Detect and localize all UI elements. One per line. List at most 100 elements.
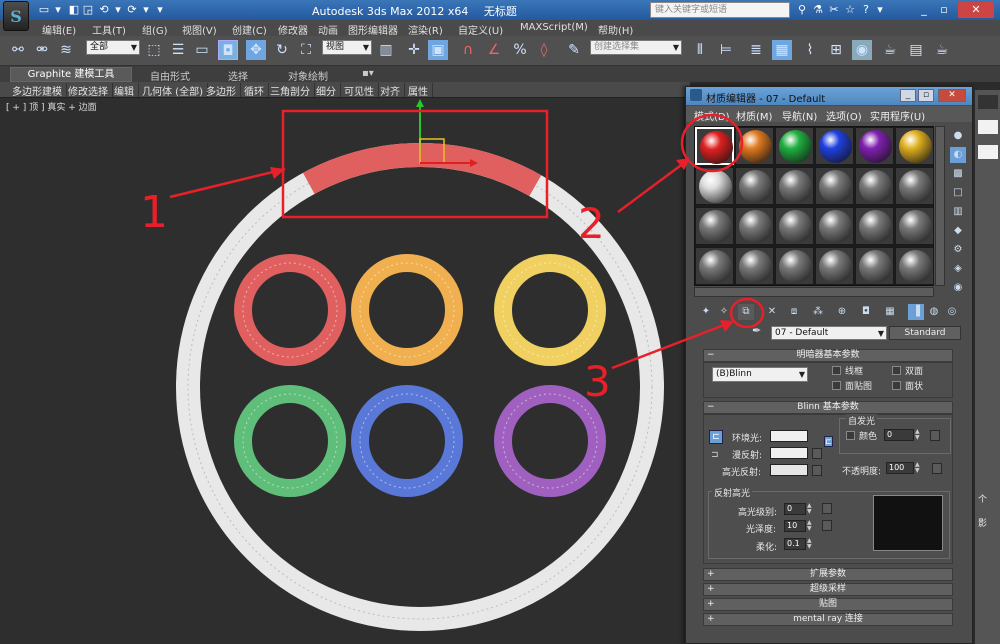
opacity-map-button[interactable]	[932, 463, 942, 474]
viewport-scene[interactable]: 1	[0, 97, 685, 644]
sample-slot[interactable]	[815, 167, 854, 205]
glossiness-map-button[interactable]	[822, 520, 832, 531]
self-illum-map-button[interactable]	[930, 430, 940, 441]
rollout-supersampling[interactable]: + 超级采样	[703, 583, 953, 596]
subtab-loops[interactable]: 循环	[244, 83, 269, 98]
background-icon[interactable]: ▩	[950, 166, 966, 182]
menu-modifiers[interactable]: 修改器	[278, 22, 308, 37]
menu-customize[interactable]: 自定义(U)	[458, 22, 503, 37]
subtab-edit[interactable]: 编辑	[114, 83, 139, 98]
link-icon[interactable]: ⚯	[8, 40, 28, 60]
quick-access-dropdown-icon[interactable]: ▾	[50, 2, 66, 18]
sample-type-icon[interactable]: ●	[950, 128, 966, 144]
mat-menu-navigation[interactable]: 导航(N)	[782, 108, 817, 123]
backlight-icon[interactable]: ◐	[950, 147, 966, 163]
rollout-mental-ray[interactable]: + mental ray 连接	[703, 613, 953, 626]
mirror-icon[interactable]: ⫴	[690, 40, 710, 60]
material-type-button[interactable]: Standard	[889, 326, 961, 340]
command-panel-dropdown[interactable]	[978, 145, 998, 159]
sample-slot[interactable]	[735, 127, 774, 165]
curve-editor-icon[interactable]: ⌇	[800, 40, 820, 60]
lock-diffuse-specular-icon[interactable]: ⊐	[711, 450, 721, 464]
window-crossing-icon[interactable]: ◘	[218, 40, 238, 60]
put-to-library-icon[interactable]: ⊕	[834, 304, 850, 320]
wire-checkbox[interactable]	[832, 366, 841, 375]
menu-maxscript[interactable]: MAXScript(M)	[520, 22, 588, 33]
minimize-icon[interactable]: _	[916, 2, 932, 18]
named-selection-dropdown[interactable]: 创建选择集 ▼	[590, 40, 682, 55]
select-by-name-icon[interactable]: ☰	[168, 40, 188, 60]
sample-slot[interactable]	[695, 127, 734, 165]
sample-slot[interactable]	[855, 127, 894, 165]
help-dropdown-icon[interactable]: ▾	[872, 2, 888, 18]
close-icon[interactable]: ✕	[958, 2, 994, 18]
rect-region-icon[interactable]: ▭	[192, 40, 212, 60]
menu-graph-editors[interactable]: 图形编辑器	[348, 22, 398, 37]
rollout-shader-header[interactable]: − 明暗器基本参数	[703, 349, 953, 362]
ambient-color-swatch[interactable]	[770, 430, 808, 442]
mat-close-icon[interactable]: ✕	[938, 89, 966, 102]
favorites-icon[interactable]: ☆	[842, 2, 858, 18]
sample-slot[interactable]	[735, 167, 774, 205]
sample-slot[interactable]	[815, 207, 854, 245]
menu-help[interactable]: 帮助(H)	[598, 22, 633, 37]
spinner-snap-icon[interactable]: ◊	[534, 40, 554, 60]
subtab-visibility[interactable]: 可见性	[344, 83, 379, 98]
gizmo-y-arrow-icon[interactable]	[416, 99, 424, 107]
subtab-subdivision[interactable]: 细分	[316, 83, 341, 98]
tab-graphite-modeling[interactable]: Graphite 建模工具	[10, 67, 132, 82]
render-setup-icon[interactable]: ☕	[880, 40, 900, 60]
rollout-extended-params[interactable]: + 扩展参数	[703, 568, 953, 581]
get-material-icon[interactable]: ✦	[698, 304, 714, 320]
mat-menu-utilities[interactable]: 实用程序(U)	[870, 108, 925, 123]
sample-slot[interactable]	[855, 247, 894, 285]
self-illum-spinner[interactable]: 0	[884, 429, 914, 441]
sample-slot[interactable]	[695, 207, 734, 245]
mat-menu-options[interactable]: 选项(O)	[826, 108, 862, 123]
sample-slot[interactable]	[815, 127, 854, 165]
menu-group[interactable]: 组(G)	[142, 22, 168, 37]
sample-slot[interactable]	[735, 207, 774, 245]
subtab-modify-selection[interactable]: 修改选择	[68, 83, 113, 98]
sample-slot[interactable]	[855, 167, 894, 205]
sample-slot[interactable]	[735, 247, 774, 285]
spec-level-map-button[interactable]	[822, 503, 832, 514]
spec-level-arrows-icon[interactable]: ▲ ▼	[807, 503, 813, 515]
specular-color-swatch[interactable]	[770, 464, 808, 476]
sample-slot[interactable]	[775, 207, 814, 245]
material-editor-icon[interactable]: ◉	[852, 40, 872, 60]
make-preview-icon[interactable]: ◆	[950, 223, 966, 239]
glossiness-spinner[interactable]: 10	[784, 520, 806, 532]
face-map-checkbox[interactable]	[832, 381, 841, 390]
sample-slot[interactable]	[895, 207, 934, 245]
schematic-icon[interactable]: ⊞	[826, 40, 846, 60]
sample-slot[interactable]	[855, 207, 894, 245]
render-frame-icon[interactable]: ▤	[906, 40, 926, 60]
edit-named-sel-icon[interactable]: ✎	[564, 40, 584, 60]
assign-to-selection-icon[interactable]: ⧉	[738, 304, 754, 320]
layer-icon[interactable]: ≣	[746, 40, 766, 60]
reset-material-icon[interactable]: ✕	[764, 304, 780, 320]
copy-material-icon[interactable]: ⧈	[786, 304, 802, 320]
two-sided-checkbox[interactable]	[892, 366, 901, 375]
tab-object-paint[interactable]: 对象绘制	[288, 68, 328, 83]
snap-icon[interactable]: ∩	[458, 40, 478, 60]
graphite-toggle-icon[interactable]: ▦	[772, 40, 792, 60]
menu-rendering[interactable]: 渲染(R)	[408, 22, 443, 37]
opacity-spinner-arrows-icon[interactable]: ▲ ▼	[915, 462, 921, 474]
self-illum-spinner-arrows-icon[interactable]: ▲ ▼	[915, 429, 921, 441]
customize-qa-icon[interactable]: ▾	[152, 2, 168, 18]
make-unique-icon[interactable]: ⁂	[810, 304, 826, 320]
ribbon-menu-icon[interactable]: ▪▾	[362, 68, 374, 79]
angle-snap-icon[interactable]: ∠	[484, 40, 504, 60]
sample-slot[interactable]	[895, 167, 934, 205]
rollout-maps[interactable]: + 贴图	[703, 598, 953, 611]
ambient-map-lock-icon[interactable]: ⊏	[824, 436, 833, 447]
mat-minimize-icon[interactable]: _	[900, 89, 916, 102]
unlink-icon[interactable]: ⚮	[32, 40, 52, 60]
faceted-checkbox[interactable]	[892, 381, 901, 390]
self-illum-color-checkbox[interactable]	[846, 431, 855, 440]
specular-map-button[interactable]	[812, 465, 822, 476]
bind-space-warp-icon[interactable]: ≋	[56, 40, 76, 60]
select-object-icon[interactable]: ⬚	[144, 40, 164, 60]
